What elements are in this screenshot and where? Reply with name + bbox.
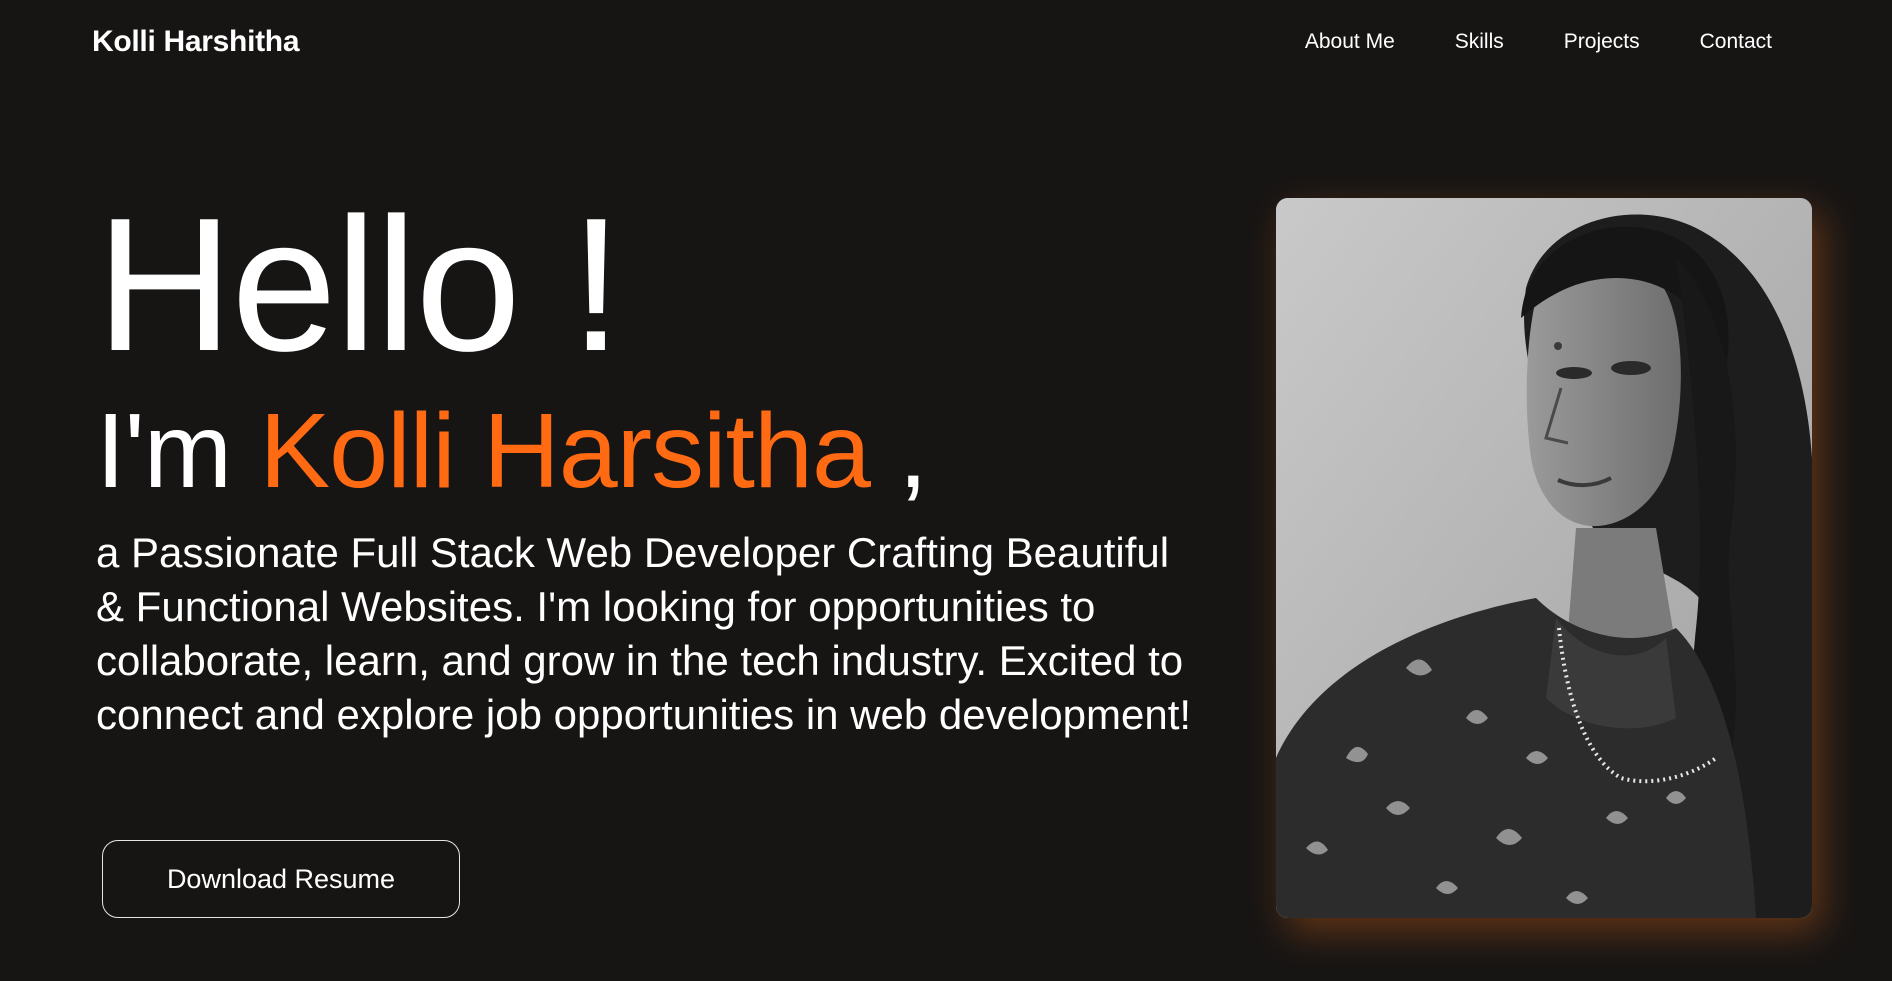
portfolio-page: Kolli Harshitha About Me Skills Projects… <box>0 0 1892 981</box>
nav-links: About Me Skills Projects Contact <box>1305 30 1772 54</box>
intro-suffix: , <box>869 392 927 510</box>
nav-link-skills[interactable]: Skills <box>1455 30 1504 54</box>
nav-link-about-me[interactable]: About Me <box>1305 30 1395 54</box>
nav-link-projects[interactable]: Projects <box>1564 30 1640 54</box>
intro-name: Kolli Harsitha <box>259 392 870 510</box>
hero-intro: Hello ! I'm Kolli Harsitha , a Passionat… <box>96 190 1216 784</box>
brand-logo[interactable]: Kolli Harshitha <box>92 25 300 59</box>
portrait-photo-image <box>1276 198 1812 918</box>
navbar: Kolli Harshitha About Me Skills Projects… <box>0 0 1892 90</box>
hero-intro-line: I'm Kolli Harsitha , <box>96 398 1216 504</box>
intro-prefix: I'm <box>96 392 260 510</box>
hero-tagline: a Passionate Full Stack Web Developer Cr… <box>96 529 1192 738</box>
hero-greeting: Hello ! <box>96 179 623 391</box>
profile-photo <box>1276 198 1812 918</box>
nav-link-contact[interactable]: Contact <box>1700 30 1772 54</box>
download-resume-button[interactable]: Download Resume <box>102 840 460 918</box>
